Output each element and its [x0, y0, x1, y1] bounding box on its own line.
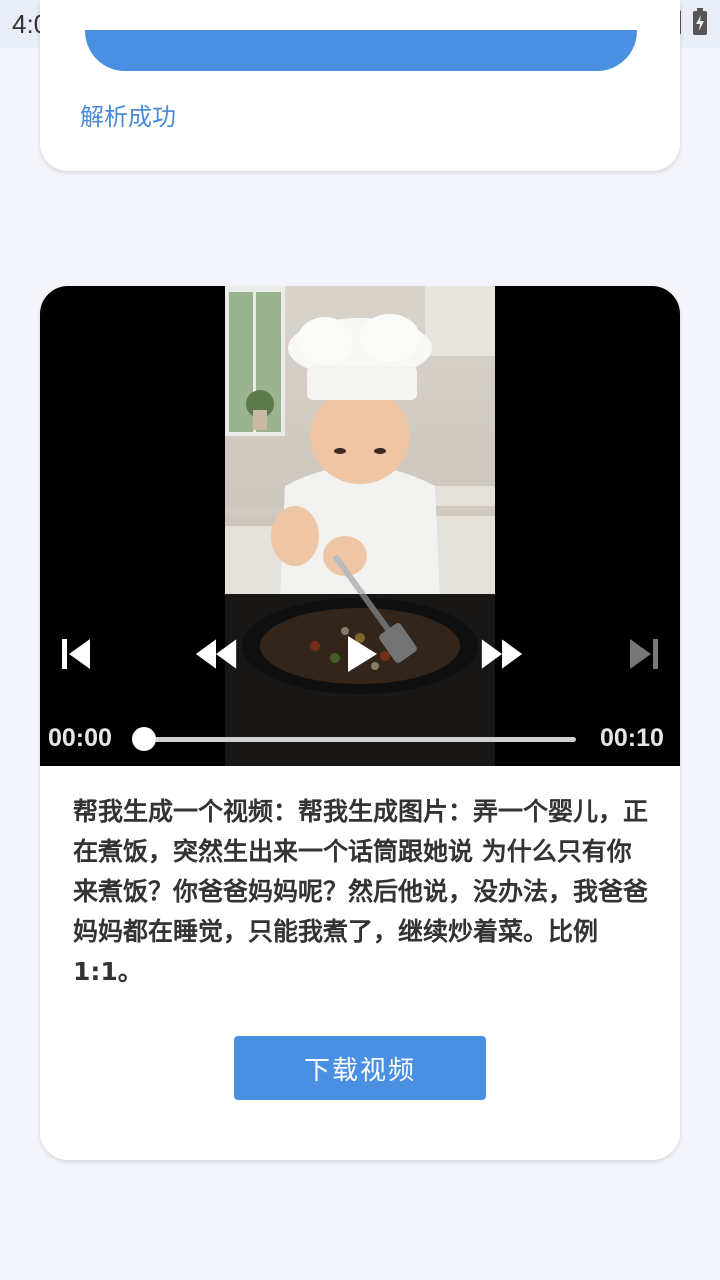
skip-previous-icon[interactable] — [54, 634, 98, 674]
video-card: 00:00 00:10 帮我生成一个视频：帮我生成图片：弄一个婴儿，正在煮饭，突… — [40, 286, 680, 1160]
parse-button[interactable] — [85, 30, 637, 71]
parse-status-text: 解析成功 — [80, 103, 176, 131]
seek-thumb[interactable] — [132, 727, 156, 751]
fast-forward-icon[interactable] — [480, 634, 524, 674]
seek-bar[interactable] — [144, 737, 576, 742]
download-video-button[interactable]: 下载视频 — [234, 1036, 486, 1100]
current-time: 00:00 — [48, 724, 112, 752]
video-description: 帮我生成一个视频：帮我生成图片：弄一个婴儿，正在煮饭，突然生出来一个话筒跟她说 … — [73, 797, 649, 986]
duration: 00:10 — [600, 724, 664, 752]
rewind-icon[interactable] — [194, 634, 238, 674]
battery-icon — [692, 8, 708, 40]
video-player[interactable]: 00:00 00:10 — [40, 286, 680, 766]
skip-next-icon[interactable] — [622, 634, 666, 674]
play-icon[interactable] — [340, 634, 384, 674]
parse-card: 解析成功 — [40, 0, 680, 171]
